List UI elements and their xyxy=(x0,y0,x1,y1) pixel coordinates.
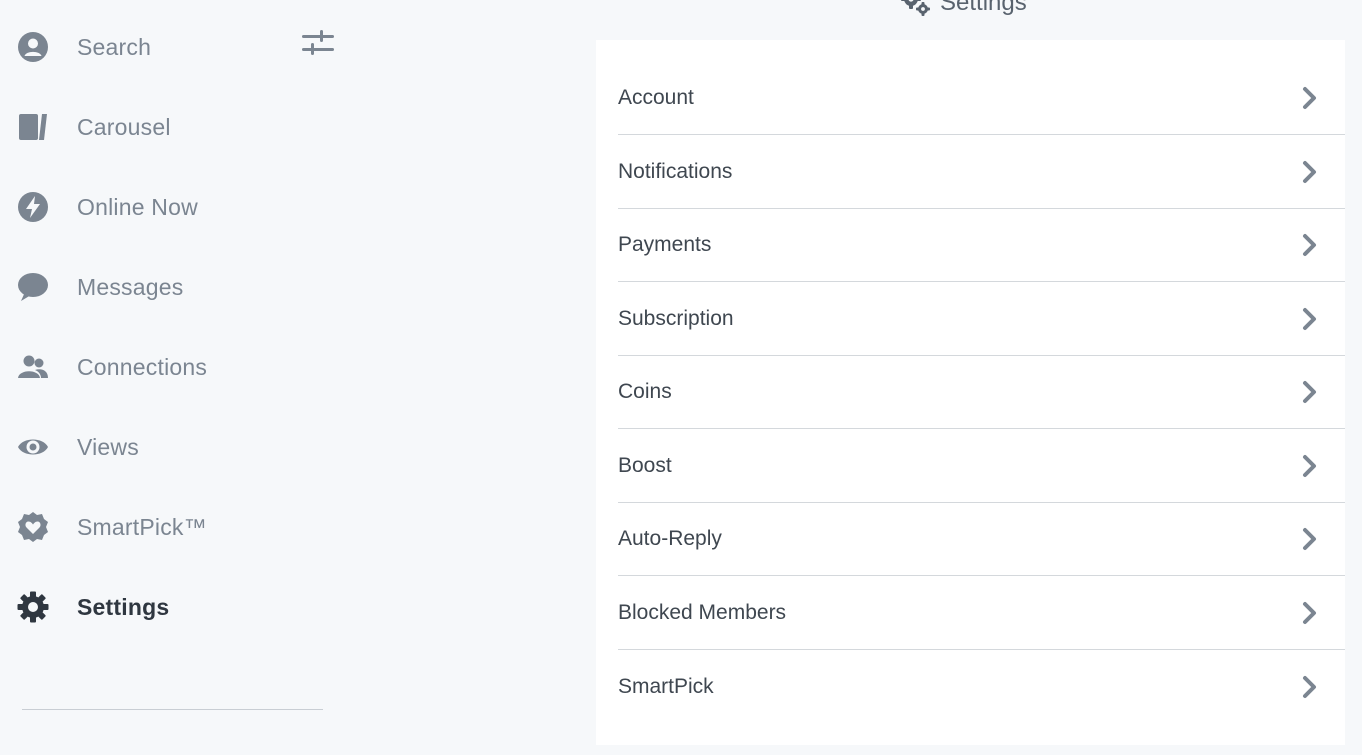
chevron-right-icon xyxy=(1295,230,1325,260)
sidebar-item-label: SmartPick™ xyxy=(77,513,207,540)
settings-item-blocked-members[interactable]: Blocked Members xyxy=(618,577,1345,650)
gears-icon xyxy=(900,0,932,17)
chevron-right-icon xyxy=(1295,598,1325,628)
chevron-right-icon xyxy=(1295,672,1325,702)
sidebar-item-smartpick[interactable]: SmartPick™ xyxy=(16,507,207,547)
settings-item-label: SmartPick xyxy=(618,674,714,698)
settings-item-coins[interactable]: Coins xyxy=(618,356,1345,429)
sidebar-item-label: Carousel xyxy=(77,113,171,140)
cards-icon xyxy=(16,110,50,144)
settings-item-boost[interactable]: Boost xyxy=(618,430,1345,503)
sidebar-item-label: Messages xyxy=(77,273,184,300)
sidebar-item-label: Views xyxy=(77,433,139,460)
filter-button[interactable] xyxy=(298,28,338,62)
chevron-right-icon xyxy=(1295,377,1325,407)
settings-item-label: Auto-Reply xyxy=(618,527,722,550)
settings-item-notifications[interactable]: Notifications xyxy=(618,136,1345,209)
page-title: Settings xyxy=(900,0,1027,18)
sidebar-item-label: Settings xyxy=(77,593,170,620)
settings-item-label: Account xyxy=(618,86,694,109)
gear-icon xyxy=(16,590,50,624)
sidebar-item-label: Online Now xyxy=(77,193,198,220)
sidebar-item-settings[interactable]: Settings xyxy=(16,587,169,627)
sidebar-item-connections[interactable]: Connections xyxy=(16,347,207,387)
sidebar-item-online-now[interactable]: Online Now xyxy=(16,187,198,227)
sidebar-item-label: Connections xyxy=(77,353,208,380)
sidebar-item-messages[interactable]: Messages xyxy=(16,267,183,307)
heart-badge-icon xyxy=(16,510,50,544)
sidebar-item-label: Search xyxy=(77,33,152,60)
chat-bubble-icon xyxy=(16,270,50,304)
eye-icon xyxy=(16,430,50,464)
page-title-text: Settings xyxy=(940,0,1027,16)
user-circle-icon xyxy=(16,30,50,64)
chevron-right-icon xyxy=(1295,157,1325,187)
settings-panel: Account Notifications Payments Subscript… xyxy=(596,40,1345,745)
settings-item-subscription[interactable]: Subscription xyxy=(618,283,1345,356)
sidebar-item-search[interactable]: Search xyxy=(16,27,151,67)
settings-item-smartpick[interactable]: SmartPick xyxy=(618,650,1345,723)
settings-item-label: Subscription xyxy=(618,307,734,330)
chevron-right-icon xyxy=(1295,451,1325,481)
settings-item-label: Payments xyxy=(618,233,712,256)
sliders-icon xyxy=(300,28,336,63)
settings-item-payments[interactable]: Payments xyxy=(618,209,1345,282)
settings-item-label: Blocked Members xyxy=(618,601,787,624)
chevron-right-icon xyxy=(1295,524,1325,554)
lightning-icon xyxy=(16,190,50,224)
sidebar-item-views[interactable]: Views xyxy=(16,427,139,467)
settings-item-label: Boost xyxy=(618,454,672,477)
settings-item-account[interactable]: Account xyxy=(618,62,1345,135)
chevron-right-icon xyxy=(1295,304,1325,334)
chevron-right-icon xyxy=(1295,83,1325,113)
settings-item-label: Coins xyxy=(618,380,672,403)
people-icon xyxy=(16,350,50,384)
sidebar-divider xyxy=(22,709,323,710)
sidebar: Search Carousel Online Now Messages Conn… xyxy=(0,0,360,755)
settings-item-label: Notifications xyxy=(618,160,733,183)
settings-item-auto-reply[interactable]: Auto-Reply xyxy=(618,503,1345,576)
sidebar-item-carousel[interactable]: Carousel xyxy=(16,107,171,147)
page: Search Carousel Online Now Messages Conn… xyxy=(0,0,1362,755)
